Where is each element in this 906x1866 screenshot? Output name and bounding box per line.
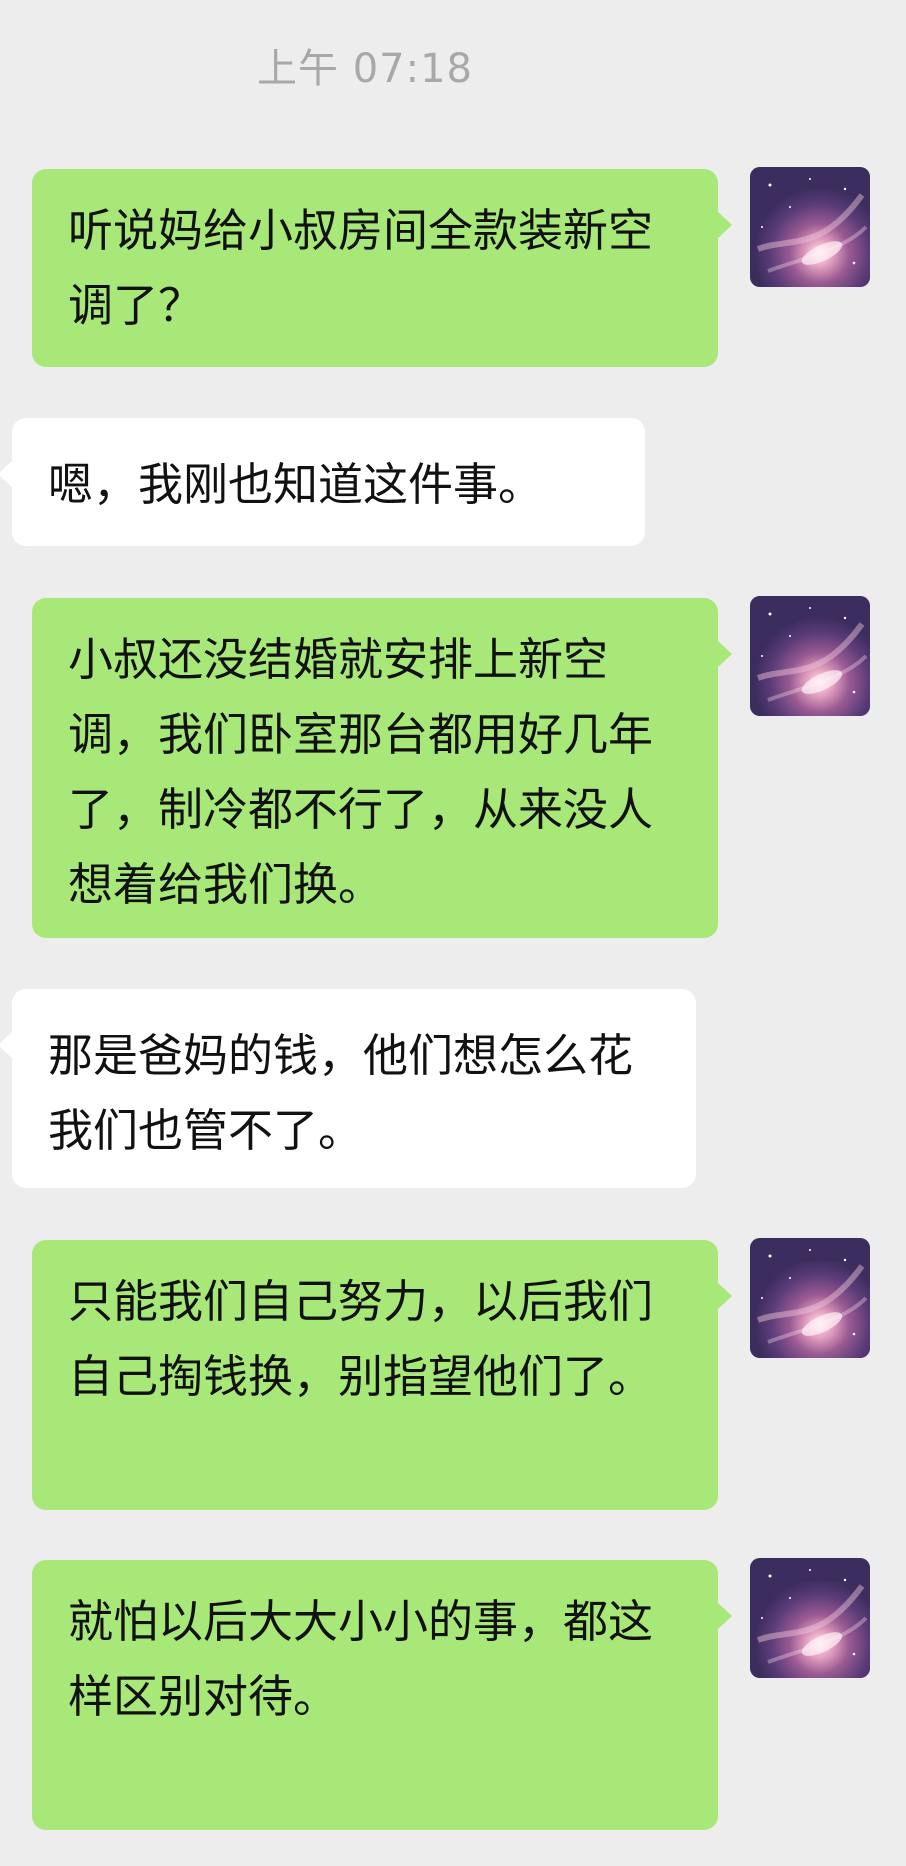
galaxy-avatar-icon[interactable] xyxy=(750,1238,870,1358)
message-bubble-sent[interactable]: 就怕以后大大小小的事，都这样区别对待。 xyxy=(32,1560,732,1830)
galaxy-avatar-icon[interactable] xyxy=(750,1558,870,1678)
message-bubble-sent[interactable]: 只能我们自己努力，以后我们自己掏钱换，别指望他们了。 xyxy=(32,1240,732,1510)
galaxy-avatar-icon[interactable] xyxy=(750,596,870,716)
chat-timestamp: 上午 07:18 xyxy=(257,46,473,92)
message-bubble-sent[interactable]: 听说妈给小叔房间全款装新空调了？ xyxy=(32,169,732,367)
message-bubble-sent[interactable]: 小叔还没结婚就安排上新空调，我们卧室那台都用好几年了，制冷都不行了，从来没人想着… xyxy=(32,598,732,938)
galaxy-avatar-icon[interactable] xyxy=(750,167,870,287)
message-bubble-received[interactable]: 嗯，我刚也知道这件事。 xyxy=(0,418,645,546)
message-bubble-received[interactable]: 那是爸妈的钱，他们想怎么花我们也管不了。 xyxy=(0,989,696,1188)
